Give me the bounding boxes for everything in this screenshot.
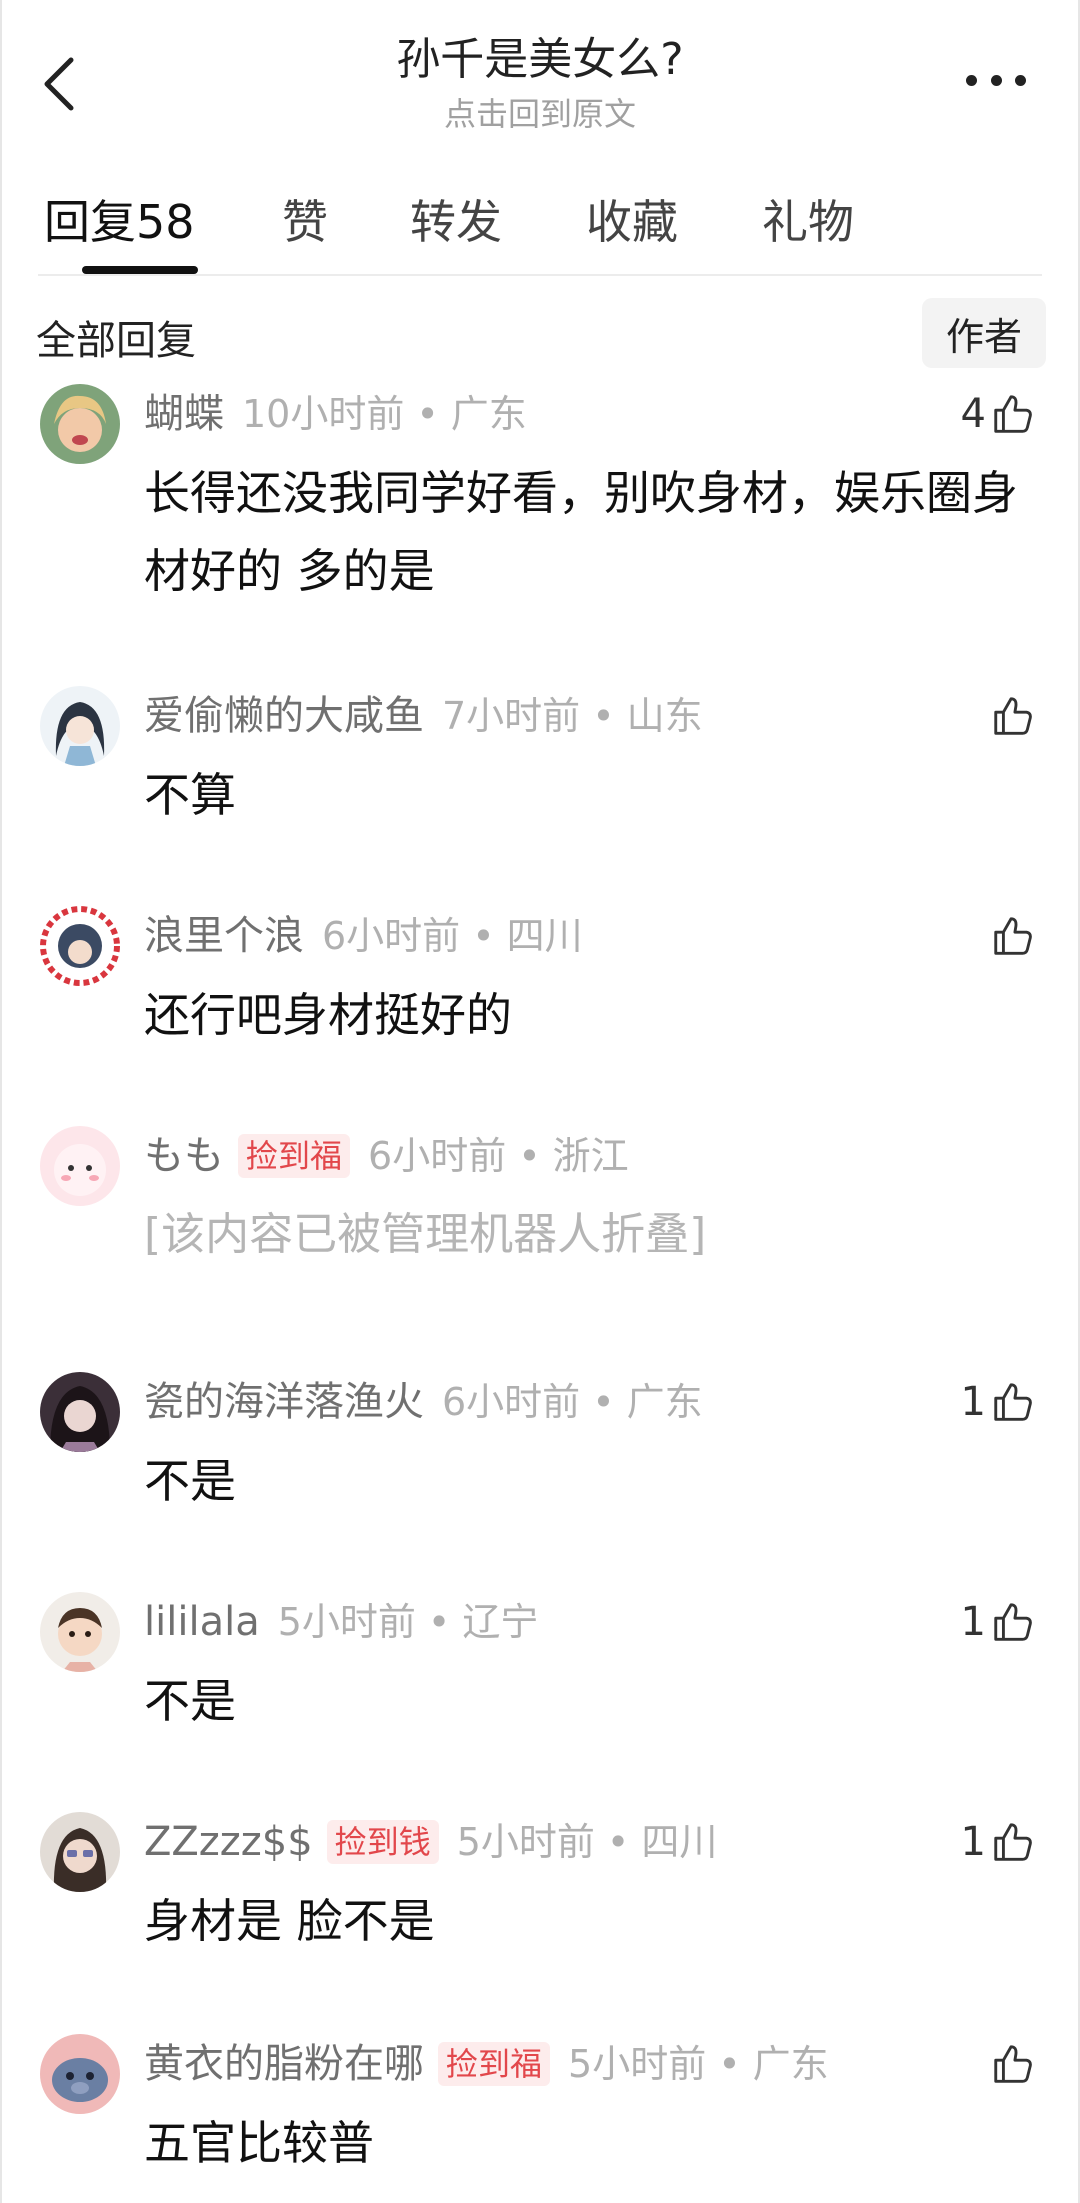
tab-favorites[interactable]: 收藏 [586, 192, 678, 252]
timestamp: 5小时前 [568, 2042, 707, 2086]
tab-replies[interactable]: 回复58 [44, 192, 195, 252]
comment-text: 还行吧身材挺好的 [144, 988, 512, 1042]
separator-dot: • [606, 1820, 630, 1864]
thumbs-up-icon [994, 1823, 1032, 1861]
location: 四川 [641, 1820, 718, 1864]
like-button[interactable]: 1 [961, 1812, 1036, 1872]
like-count: 4 [960, 391, 986, 437]
timestamp: 5小时前 [277, 1600, 416, 1644]
comment-text: 身材是 脸不是 [144, 1894, 435, 1948]
comment-meta: もも 捡到福 6小时前 • 浙江 [144, 1130, 629, 1182]
separator-dot: • [518, 1134, 541, 1178]
separator-dot: • [718, 2042, 741, 2086]
username[interactable]: 浪里个浪 [144, 910, 304, 962]
separator-dot: • [592, 694, 615, 738]
location: 浙江 [552, 1134, 629, 1178]
comment-meta: 瓷的海洋落渔火 6小时前 • 广东 [144, 1376, 703, 1428]
comment-meta: 黄衣的脂粉在哪 捡到福 5小时前 • 广东 [144, 2038, 829, 2090]
separator-dot: • [427, 1600, 451, 1644]
timestamp: 7小时前 [442, 694, 581, 738]
like-count: 1 [960, 1379, 986, 1425]
username[interactable]: 蝴蝶 [144, 388, 224, 440]
comment-text: 长得还没我同学好看，别吹身材，娱乐圈身材好的 多的是 [144, 466, 1018, 598]
thumbs-up-icon [994, 1383, 1032, 1421]
comment-meta: lililala 5小时前 • 辽宁 [144, 1596, 538, 1648]
comment-meta: ZZzzz$$ 捡到钱 5小时前 • 四川 [144, 1816, 717, 1868]
username[interactable]: もも [144, 1130, 224, 1182]
avatar[interactable] [40, 686, 120, 766]
username[interactable]: 黄衣的脂粉在哪 [144, 2038, 424, 2090]
comment-meta: 爱偷懒的大咸鱼 7小时前 • 山东 [144, 690, 703, 742]
location: 广东 [450, 392, 527, 436]
active-tab-indicator [82, 266, 198, 274]
location: 广东 [626, 1380, 703, 1424]
comment-text: 不是 [144, 1454, 236, 1508]
comment-meta: 蝴蝶 10小时前 • 广东 [144, 388, 527, 440]
status-badge: 捡到钱 [326, 1820, 439, 1864]
tab-likes[interactable]: 赞 [282, 192, 328, 252]
like-count: 1 [960, 1819, 986, 1865]
section-header: 全部回复 作者 [2, 276, 1078, 376]
like-button[interactable]: 1 [961, 1592, 1036, 1652]
location: 四川 [506, 914, 583, 958]
more-options-button[interactable] [966, 60, 1026, 100]
timestamp: 10小时前 [242, 392, 405, 436]
thumbs-up-icon [994, 697, 1032, 735]
status-badge: 捡到福 [238, 1134, 351, 1178]
more-dot [1015, 74, 1026, 86]
thumbs-up-icon [994, 1603, 1032, 1641]
folded-comment-notice[interactable]: [该内容已被管理机器人折叠] [144, 1196, 1038, 1274]
thumbs-up-icon [994, 2045, 1032, 2083]
like-button[interactable]: 1 [961, 1372, 1036, 1432]
page-title: 孙千是美女么? [396, 34, 684, 85]
location: 广东 [752, 2042, 829, 2086]
avatar[interactable] [40, 2034, 120, 2114]
like-button[interactable] [990, 2034, 1036, 2094]
timestamp: 6小时前 [368, 1134, 507, 1178]
avatar[interactable] [40, 1812, 120, 1892]
timestamp: 6小时前 [322, 914, 461, 958]
username[interactable]: 瓷的海洋落渔火 [144, 1376, 424, 1428]
more-dot [990, 74, 1002, 86]
more-dot [966, 74, 977, 86]
username[interactable]: 爱偷懒的大咸鱼 [144, 690, 424, 742]
timestamp: 6小时前 [442, 1380, 581, 1424]
location: 辽宁 [462, 1600, 539, 1644]
like-count: 1 [960, 1599, 986, 1645]
timestamp: 5小时前 [456, 1820, 595, 1864]
comment-text: 不是 [144, 1674, 236, 1728]
tab-gifts[interactable]: 礼物 [762, 192, 854, 252]
status-badge: 捡到福 [438, 2042, 551, 2086]
avatar[interactable] [40, 1592, 120, 1672]
username[interactable]: ZZzzz$$ [144, 1816, 313, 1868]
tab-bar: 回复58 赞 转发 收藏 礼物 [38, 150, 1042, 276]
separator-dot: • [592, 1380, 615, 1424]
thumbs-up-icon [994, 395, 1032, 433]
avatar[interactable] [40, 1126, 120, 1206]
like-button[interactable] [990, 906, 1036, 966]
header: 孙千是美女么? 点击回到原文 [2, 0, 1078, 150]
like-button[interactable] [990, 686, 1036, 746]
tab-reposts[interactable]: 转发 [410, 192, 502, 252]
location: 山东 [626, 694, 703, 738]
comment-text: 五官比较普 [144, 2116, 374, 2170]
separator-dot: • [472, 914, 495, 958]
avatar[interactable] [40, 1372, 120, 1452]
all-replies-title: 全部回复 [36, 318, 196, 364]
like-button[interactable]: 4 [961, 384, 1036, 444]
thumbs-up-icon [994, 917, 1032, 955]
avatar[interactable] [40, 384, 120, 464]
back-to-original-link[interactable]: 点击回到原文 [2, 92, 1078, 136]
separator-dot: • [416, 392, 439, 436]
author-filter-button[interactable]: 作者 [922, 298, 1046, 368]
username[interactable]: lililala [144, 1596, 260, 1648]
comment-text: 不算 [144, 768, 236, 822]
comment-meta: 浪里个浪 6小时前 • 四川 [144, 910, 583, 962]
avatar[interactable] [40, 906, 120, 986]
reply-page: 孙千是美女么? 点击回到原文 回复58 赞 转发 收藏 礼物 全部回复 作者 蝴… [0, 0, 1080, 2203]
title-area[interactable]: 孙千是美女么? 点击回到原文 [2, 30, 1078, 136]
